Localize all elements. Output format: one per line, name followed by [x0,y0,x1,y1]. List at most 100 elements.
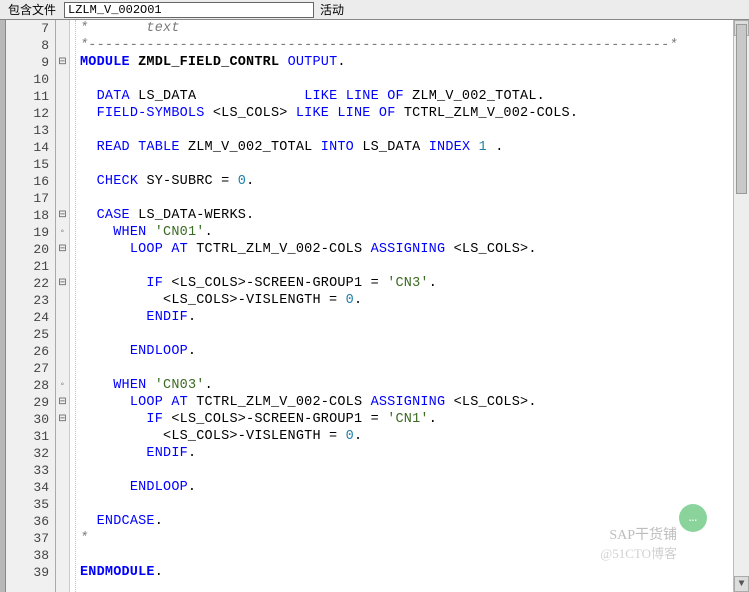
code-line[interactable]: LOOP AT TCTRL_ZLM_V_002-COLS ASSIGNING <… [76,394,733,411]
code-line[interactable]: ENDMODULE. [76,564,733,581]
fold-spacer [56,479,69,496]
fold-spacer [56,547,69,564]
line-number: 24 [6,309,55,326]
code-line[interactable] [76,122,733,139]
fold-marker[interactable]: ⊟ [56,394,69,411]
code-line[interactable]: *---------------------------------------… [76,37,733,54]
code-line[interactable]: CASE LS_DATA-WERKS. [76,207,733,224]
fold-spacer [56,258,69,275]
fold-marker[interactable]: ⊟ [56,241,69,258]
line-number-gutter: 7891011121314151617181920212223242526272… [6,20,56,592]
code-line[interactable] [76,190,733,207]
code-line[interactable] [76,258,733,275]
code-line[interactable] [76,156,733,173]
code-line[interactable]: ENDLOOP. [76,479,733,496]
fold-marker[interactable]: ◦ [56,224,69,241]
fold-spacer [56,173,69,190]
code-line[interactable]: READ TABLE ZLM_V_002_TOTAL INTO LS_DATA … [76,139,733,156]
code-line[interactable] [76,326,733,343]
fold-spacer [56,292,69,309]
abap-editor: 7891011121314151617181920212223242526272… [0,20,749,592]
line-number: 35 [6,496,55,513]
line-number: 26 [6,343,55,360]
line-number: 37 [6,530,55,547]
fold-spacer [56,513,69,530]
code-line[interactable]: IF <LS_COLS>-SCREEN-GROUP1 = 'CN3'. [76,275,733,292]
code-line[interactable]: CHECK SY-SUBRC = 0. [76,173,733,190]
code-line[interactable]: FIELD-SYMBOLS <LS_COLS> LIKE LINE OF TCT… [76,105,733,122]
scroll-down-arrow[interactable]: ▼ [734,576,749,592]
fold-spacer [56,428,69,445]
line-number: 20 [6,241,55,258]
code-line[interactable]: WHEN 'CN01'. [76,224,733,241]
line-number: 30 [6,411,55,428]
code-line[interactable]: WHEN 'CN03'. [76,377,733,394]
line-number: 11 [6,88,55,105]
line-number: 18 [6,207,55,224]
line-number: 33 [6,462,55,479]
status-label: 活动 [314,1,350,18]
code-line[interactable]: ENDIF. [76,309,733,326]
code-line[interactable]: IF <LS_COLS>-SCREEN-GROUP1 = 'CN1'. [76,411,733,428]
line-number: 39 [6,564,55,581]
fold-spacer [56,309,69,326]
code-line[interactable]: ENDIF. [76,445,733,462]
fold-spacer [56,20,69,37]
fold-marker[interactable]: ◦ [56,377,69,394]
line-number: 38 [6,547,55,564]
fold-spacer [56,156,69,173]
include-file-input[interactable] [64,2,314,18]
code-line[interactable]: MODULE ZMDL_FIELD_CONTRL OUTPUT. [76,54,733,71]
line-number: 14 [6,139,55,156]
code-line[interactable] [76,462,733,479]
fold-spacer [56,360,69,377]
code-line[interactable]: DATA LS_DATA LIKE LINE OF ZLM_V_002_TOTA… [76,88,733,105]
fold-spacer [56,37,69,54]
watermark-text-2: @51CTO博客 [600,543,677,562]
code-area[interactable]: SAP干货铺 @51CTO博客 * text*-----------------… [76,20,733,592]
fold-spacer [56,530,69,547]
fold-spacer [56,445,69,462]
code-line[interactable]: LOOP AT TCTRL_ZLM_V_002-COLS ASSIGNING <… [76,241,733,258]
line-number: 29 [6,394,55,411]
fold-marker[interactable]: ⊟ [56,411,69,428]
fold-spacer [56,105,69,122]
line-number: 27 [6,360,55,377]
code-line[interactable] [76,71,733,88]
line-number: 10 [6,71,55,88]
line-number: 34 [6,479,55,496]
fold-spacer [56,190,69,207]
line-number: 12 [6,105,55,122]
code-line[interactable] [76,496,733,513]
code-line[interactable] [76,360,733,377]
fold-spacer [56,496,69,513]
vertical-scrollbar[interactable]: ▲ ▼ [733,20,749,592]
line-number: 32 [6,445,55,462]
fold-spacer [56,122,69,139]
fold-marker[interactable]: ⊟ [56,275,69,292]
line-number: 23 [6,292,55,309]
line-number: 16 [6,173,55,190]
code-line[interactable]: <LS_COLS>-VISLENGTH = 0. [76,292,733,309]
line-number: 8 [6,37,55,54]
line-number: 22 [6,275,55,292]
line-number: 25 [6,326,55,343]
fold-marker[interactable]: ⊟ [56,207,69,224]
include-file-label: 包含文件 [0,1,64,18]
fold-spacer [56,139,69,156]
wechat-icon [679,504,707,532]
fold-marker[interactable]: ⊟ [56,54,69,71]
toolbar: 包含文件 活动 [0,0,749,20]
scroll-thumb[interactable] [736,24,747,194]
line-number: 13 [6,122,55,139]
code-line[interactable]: <LS_COLS>-VISLENGTH = 0. [76,428,733,445]
fold-spacer [56,71,69,88]
watermark-text-1: SAP干货铺 [609,524,677,544]
fold-spacer [56,564,69,581]
line-number: 31 [6,428,55,445]
code-line[interactable]: ENDLOOP. [76,343,733,360]
fold-spacer [56,88,69,105]
code-line[interactable]: * text [76,20,733,37]
line-number: 17 [6,190,55,207]
line-number: 15 [6,156,55,173]
